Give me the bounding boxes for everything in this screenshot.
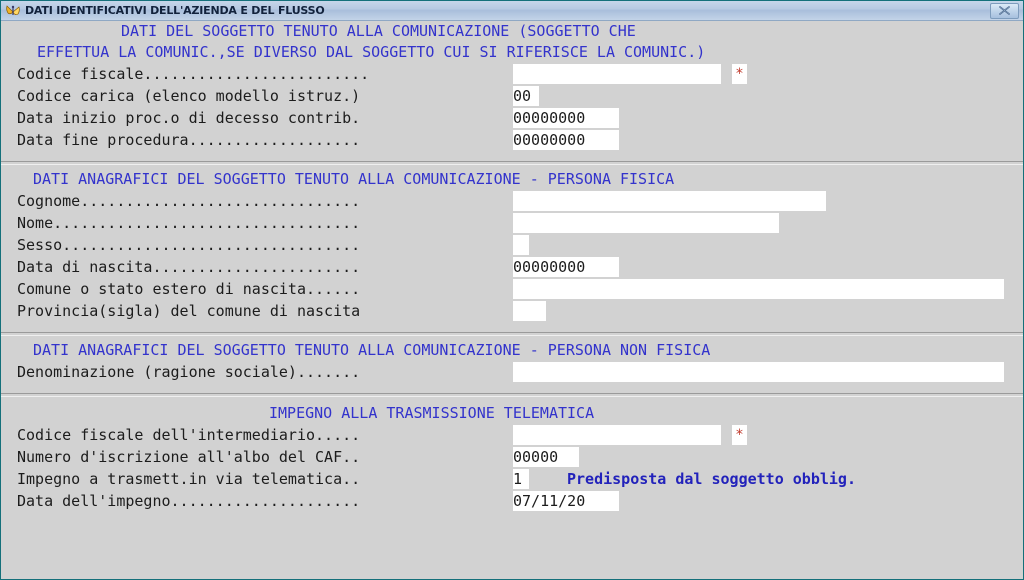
cognome-input[interactable] [513, 191, 826, 211]
provincia-nascita-input[interactable] [513, 301, 546, 321]
impegno-trasmissione-input[interactable]: 1 [513, 469, 529, 489]
comune-nascita-input[interactable] [513, 279, 1004, 299]
field-label: Impegno a trasmett.in via telematica.. [17, 470, 361, 488]
field-label: Data di nascita....................... [17, 258, 361, 276]
field-label: Denominazione (ragione sociale)....... [17, 363, 361, 381]
form-row: Data fine procedura................... 0… [1, 129, 1023, 151]
dialog-window: DATI IDENTIFICATIVI DELL'AZIENDA E DEL F… [0, 0, 1024, 580]
impegno-trasmissione-hint: Predisposta dal soggetto obblig. [567, 470, 856, 488]
data-impegno-input[interactable]: 07/11/20 [513, 491, 619, 511]
field-label: Codice carica (elenco modello istruz.) [17, 87, 361, 105]
section-anagrafici-persona-non-fisica: DATI ANAGRAFICI DEL SOGGETTO TENUTO ALLA… [1, 336, 1023, 393]
field-label: Data fine procedura................... [17, 131, 361, 149]
section-heading-line: EFFETTUA LA COMUNIC.,SE DIVERSO DAL SOGG… [37, 43, 706, 61]
section-heading-line: DATI DEL SOGGETTO TENUTO ALLA COMUNICAZI… [121, 22, 636, 40]
required-marker-icon: * [732, 64, 747, 84]
field-label: Nome.................................. [17, 214, 361, 232]
title-bar[interactable]: DATI IDENTIFICATIVI DELL'AZIENDA E DEL F… [1, 1, 1023, 21]
codice-fiscale-input[interactable] [513, 64, 721, 84]
required-marker-icon: * [732, 425, 747, 445]
section-heading-line: IMPEGNO ALLA TRASMISSIONE TELEMATICA [269, 404, 595, 422]
section-soggetto-tenuto: DATI DEL SOGGETTO TENUTO ALLA COMUNICAZI… [1, 21, 1023, 161]
form-row: Nome.................................. [1, 212, 1023, 234]
form-row: Impegno a trasmett.in via telematica.. 1… [1, 468, 1023, 490]
nome-input[interactable] [513, 213, 779, 233]
form-row: Sesso................................. [1, 234, 1023, 256]
form-row: Provincia(sigla) del comune di nascita [1, 300, 1023, 322]
form-row: Numero d'iscrizione all'albo del CAF.. 0… [1, 446, 1023, 468]
form-row: Data dell'impegno..................... 0… [1, 490, 1023, 512]
section-anagrafici-persona-fisica: DATI ANAGRAFICI DEL SOGGETTO TENUTO ALLA… [1, 165, 1023, 332]
form-row: Data di nascita....................... 0… [1, 256, 1023, 278]
field-label: Cognome............................... [17, 192, 361, 210]
close-icon[interactable] [990, 2, 1019, 19]
field-label: Sesso................................. [17, 236, 361, 254]
section-impegno-trasmissione: IMPEGNO ALLA TRASMISSIONE TELEMATICA Cod… [1, 397, 1023, 512]
form-row: Comune o stato estero di nascita...... [1, 278, 1023, 300]
field-label: Data dell'impegno..................... [17, 492, 361, 510]
butterfly-icon [5, 3, 21, 19]
data-nascita-input[interactable]: 00000000 [513, 257, 619, 277]
form-row: Codice fiscale dell'intermediario..... * [1, 424, 1023, 446]
form-row: Cognome............................... [1, 190, 1023, 212]
field-label: Codice fiscale dell'intermediario..... [17, 426, 361, 444]
codice-fiscale-intermediario-input[interactable] [513, 425, 721, 445]
form-row: Data inizio proc.o di decesso contrib. 0… [1, 107, 1023, 129]
numero-iscrizione-caf-input[interactable]: 00000 [513, 447, 579, 467]
section-heading-line: DATI ANAGRAFICI DEL SOGGETTO TENUTO ALLA… [33, 341, 711, 359]
form-row: Codice carica (elenco modello istruz.) 0… [1, 85, 1023, 107]
data-inizio-procedura-input[interactable]: 00000000 [513, 108, 619, 128]
field-label: Data inizio proc.o di decesso contrib. [17, 109, 361, 127]
denominazione-input[interactable] [513, 362, 1004, 382]
sesso-input[interactable] [513, 235, 529, 255]
data-fine-procedura-input[interactable]: 00000000 [513, 130, 619, 150]
section-heading-line: DATI ANAGRAFICI DEL SOGGETTO TENUTO ALLA… [33, 170, 675, 188]
window-title: DATI IDENTIFICATIVI DELL'AZIENDA E DEL F… [25, 3, 325, 17]
field-label: Comune o stato estero di nascita...... [17, 280, 361, 298]
field-label: Codice fiscale......................... [17, 65, 370, 83]
form-row: Denominazione (ragione sociale)....... [1, 361, 1023, 383]
form-row: Codice fiscale......................... … [1, 63, 1023, 85]
form-client-area: DATI DEL SOGGETTO TENUTO ALLA COMUNICAZI… [1, 21, 1023, 579]
codice-carica-input[interactable]: 00 [513, 86, 539, 106]
field-label: Provincia(sigla) del comune di nascita [17, 302, 361, 320]
field-label: Numero d'iscrizione all'albo del CAF.. [17, 448, 361, 466]
